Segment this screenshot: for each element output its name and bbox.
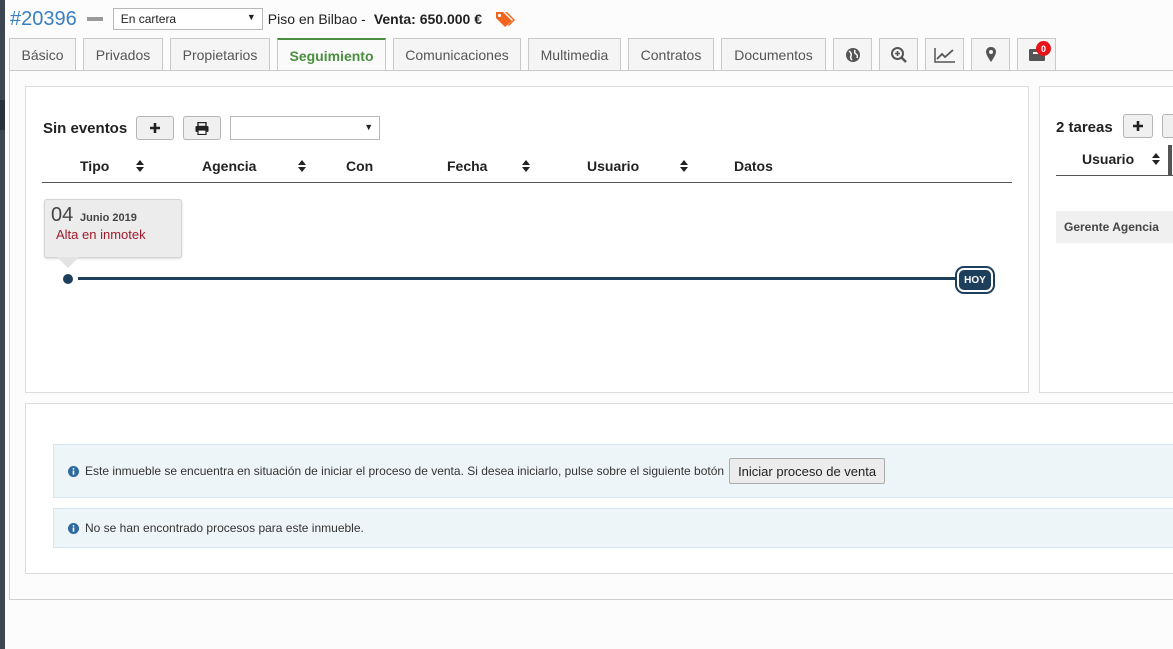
chevron-down-icon: ▼ [364,122,374,132]
tab-location[interactable] [971,38,1010,70]
tab-bar: Básico Privados Propietarios Seguimiento… [9,38,1063,71]
globe-icon [845,47,860,62]
status-select[interactable]: En cartera ▼ [112,8,263,30]
sidebar-notch [0,100,5,130]
timeline-start-dot [63,274,73,284]
task-options-button[interactable] [1162,114,1173,138]
card-pointer [57,257,79,268]
tags-icon[interactable] [494,10,516,28]
info-icon [68,465,79,477]
timeline-line [78,277,958,280]
add-task-button[interactable] [1123,114,1153,138]
event-day: 04 [51,204,74,226]
tab-label: Contratos [640,46,702,63]
column-header-usuario[interactable]: Usuario [1082,151,1134,167]
no-process-message: No se han encontrado procesos para este … [85,521,364,535]
tab-label: Documentos [734,46,813,63]
column-header-usuario[interactable]: Usuario [587,158,639,174]
sort-icon[interactable] [680,160,688,172]
add-event-button[interactable] [136,116,175,140]
tab-inbox[interactable]: 0 [1017,38,1056,70]
property-price: Venta: 650.000 € [373,11,482,27]
sale-process-panel: Este inmueble se encuentra en situación … [25,403,1173,574]
start-sale-process-button[interactable]: Iniciar proceso de venta [729,458,886,484]
notification-badge: 0 [1036,41,1051,56]
events-table-header: Tipo Agencia Con Fecha Usuario Datos [42,152,1012,183]
chevron-down-icon: ▼ [246,12,256,22]
tab-label: Básico [21,46,64,63]
property-reference[interactable]: #20396 [10,8,77,31]
column-divider [1168,145,1172,176]
dash-separator [86,17,103,21]
today-marker: HOY [957,268,993,292]
sort-icon[interactable] [1152,153,1160,165]
plus-icon [1133,121,1143,131]
column-header-fecha[interactable]: Fecha [447,158,487,174]
no-process-alert: No se han encontrado procesos para este … [53,508,1173,548]
event-description[interactable]: Alta en inmotek [56,227,146,242]
info-icon [68,522,79,534]
sort-icon[interactable] [136,160,144,172]
column-header-agencia[interactable]: Agencia [202,158,256,174]
sale-process-message: Este inmueble se encuentra en situación … [85,464,725,478]
tab-multimedia[interactable]: Multimedia [528,38,621,70]
timeline-event-card[interactable]: 04 Junio 2019 Alta en inmotek [44,199,182,268]
tab-map-globe[interactable] [833,38,872,70]
event-month: Junio 2019 [80,212,137,224]
left-sidebar-edge [0,0,5,649]
property-title: Piso en Bilbao - [267,11,366,27]
tab-label: Multimedia [540,46,609,63]
print-icon [195,121,209,135]
plus-icon [150,123,161,133]
tab-zoom[interactable] [879,38,918,70]
tab-label: Propietarios [182,46,258,63]
events-panel: Sin eventos ▼ Tipo Agencia Con Fecha Usu… [25,86,1029,393]
tasks-title: 2 tareas [1056,119,1113,136]
sort-icon[interactable] [522,160,530,172]
tab-privados[interactable]: Privados [83,38,163,70]
tab-contratos[interactable]: Contratos [628,38,714,70]
column-header-con[interactable]: Con [346,158,373,174]
chart-line-icon [933,47,955,63]
property-header: #20396 En cartera ▼ Piso en Bilbao - Ven… [10,6,516,32]
task-user: Gerente Agencia [1064,220,1159,234]
tab-label: Comunicaciones [405,46,509,63]
table-row[interactable]: Gerente Agencia [1056,211,1173,243]
sale-process-alert: Este inmueble se encuentra en situación … [53,444,1173,498]
column-header-tipo[interactable]: Tipo [80,158,109,174]
zoom-in-icon [890,46,907,63]
tab-documentos[interactable]: Documentos [721,38,826,70]
tasks-panel: 2 tareas Usuario Gerente Agencia [1039,86,1173,393]
tab-propietarios[interactable]: Propietarios [170,38,270,70]
tasks-table-header: Usuario [1056,145,1173,176]
status-select-value: En cartera [120,12,177,26]
tab-seguimiento[interactable]: Seguimiento [277,38,386,71]
tab-label: Privados [95,46,151,63]
sort-icon[interactable] [298,160,306,172]
print-button[interactable] [183,116,222,140]
tab-comunicaciones[interactable]: Comunicaciones [393,38,521,70]
tab-statistics[interactable] [925,38,964,70]
events-toolbar: Sin eventos ▼ [43,116,381,140]
tab-label: Seguimiento [289,47,374,64]
tab-basico[interactable]: Básico [9,38,76,70]
map-marker-icon [985,47,996,62]
events-title: Sin eventos [43,119,128,137]
column-header-datos[interactable]: Datos [734,158,773,174]
event-filter-select[interactable]: ▼ [230,116,381,140]
